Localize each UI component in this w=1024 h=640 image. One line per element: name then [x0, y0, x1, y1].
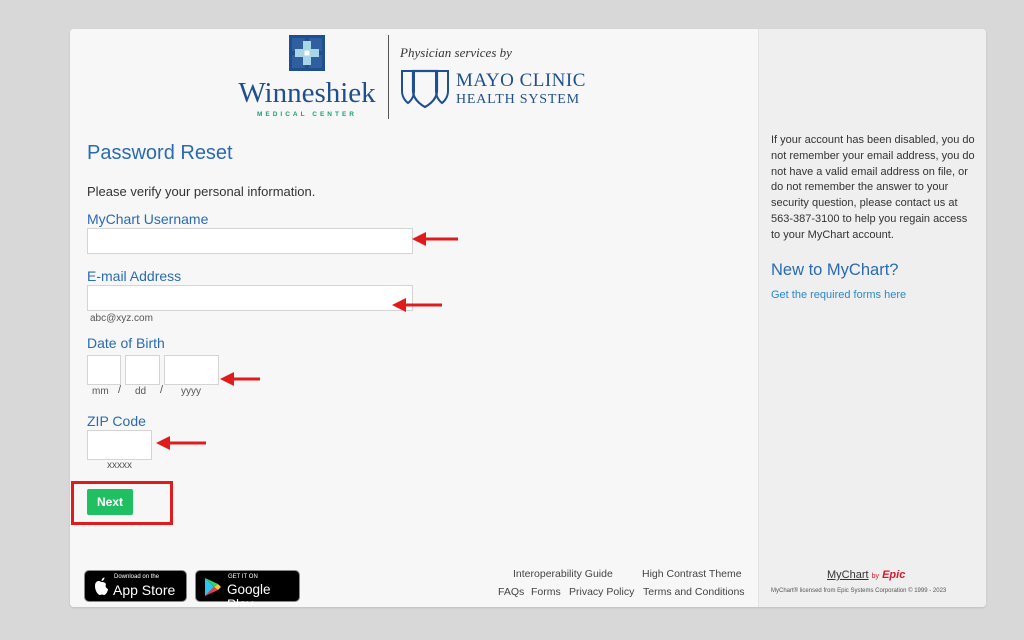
sidebar: If your account has been disabled, you d… — [758, 29, 986, 607]
high-contrast-theme-link[interactable]: High Contrast Theme — [642, 568, 742, 580]
email-input[interactable] — [87, 285, 413, 311]
google-play-badge[interactable]: GET IT ON Google Play — [195, 570, 300, 607]
app-store-big-text: App Store — [113, 582, 176, 598]
app-store-small-text: Download on the — [114, 574, 160, 580]
zip-hint: xxxxx — [107, 460, 132, 471]
winneshiek-logo: Winneshiek MEDICAL CENTER — [236, 35, 378, 121]
epic-wordmark: Epic — [882, 569, 906, 581]
google-play-big-text: Google Play — [227, 582, 271, 607]
login-card: Winneshiek MEDICAL CENTER Physician serv… — [70, 29, 986, 607]
dob-month-input[interactable] — [87, 355, 121, 385]
zip-label: ZIP Code — [87, 413, 146, 429]
email-label: E-mail Address — [87, 268, 182, 284]
org-name: Winneshiek — [238, 77, 376, 109]
new-to-mychart-title: New to MyChart? — [771, 261, 899, 279]
partner-tagline: Physician services by — [400, 45, 512, 60]
forms-link[interactable]: Forms — [531, 586, 561, 598]
medical-cross-icon — [289, 35, 325, 71]
required-forms-link[interactable]: Get the required forms here — [771, 289, 906, 301]
annotation-arrow — [412, 232, 458, 246]
dob-label: Date of Birth — [87, 335, 165, 351]
mychart-epic-logo: MyChart by Epic — [827, 569, 905, 581]
terms-and-conditions-link[interactable]: Terms and Conditions — [643, 586, 745, 598]
google-play-icon — [205, 578, 221, 596]
mayo-shield-icon — [401, 69, 449, 109]
interoperability-guide-link[interactable]: Interoperability Guide — [513, 568, 613, 580]
dob-separator: / — [160, 384, 164, 396]
dob-year-hint: yyyy — [181, 386, 201, 397]
apple-icon — [95, 577, 108, 595]
app-store-badge[interactable]: Download on the App Store — [84, 570, 187, 602]
zip-input[interactable] — [87, 430, 152, 460]
dob-month-hint: mm — [92, 386, 109, 397]
username-label: MyChart Username — [87, 211, 209, 227]
annotation-arrow — [220, 372, 260, 386]
dob-day-hint: dd — [135, 386, 147, 397]
dob-day-input[interactable] — [125, 355, 160, 385]
main-panel: Winneshiek MEDICAL CENTER Physician serv… — [70, 29, 758, 607]
org-subtitle: MEDICAL CENTER — [256, 111, 358, 118]
dob-separator: / — [118, 384, 122, 396]
logo-by: by — [871, 573, 880, 580]
copyright-text: MyChart® licensed from Epic Systems Corp… — [771, 588, 947, 594]
faqs-link[interactable]: FAQs — [498, 586, 524, 598]
mychart-wordmark: MyChart — [827, 569, 869, 581]
help-text: If your account has been disabled, you d… — [771, 134, 975, 241]
partner-name: MAYO CLINIC — [456, 70, 586, 91]
privacy-policy-link[interactable]: Privacy Policy — [569, 586, 634, 598]
intro-text: Please verify your personal information. — [87, 184, 316, 199]
annotation-arrow — [392, 298, 442, 312]
partner-subtitle: HEALTH SYSTEM — [456, 92, 580, 107]
next-button[interactable]: Next — [87, 489, 133, 515]
annotation-arrow — [156, 436, 206, 450]
page-title: Password Reset — [87, 142, 233, 164]
dob-year-input[interactable] — [164, 355, 219, 385]
logo-divider — [388, 35, 389, 119]
username-input[interactable] — [87, 228, 413, 254]
google-play-small-text: GET IT ON — [228, 574, 258, 580]
email-hint: abc@xyz.com — [90, 313, 153, 324]
